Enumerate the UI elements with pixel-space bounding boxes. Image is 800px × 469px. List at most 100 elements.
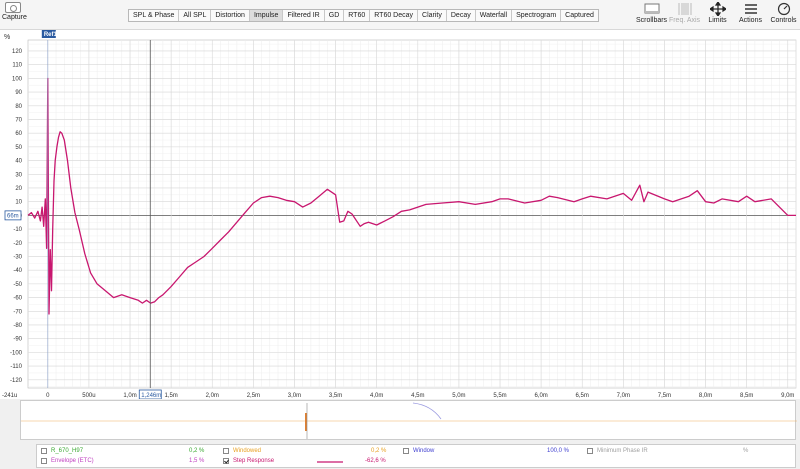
x-tick-label: 7,0m [617, 393, 630, 399]
tab-filtered-ir[interactable]: Filtered IR [283, 10, 325, 21]
y-tick-label: -70 [13, 309, 22, 315]
y-tick-label: -50 [13, 282, 22, 288]
freq-axis-icon [677, 2, 693, 16]
legend-item-minimum-phase[interactable]: Minimum Phase IR [587, 448, 648, 454]
legend-value: -62,6 % [365, 458, 386, 464]
tab-spl-phase[interactable]: SPL & Phase [129, 10, 180, 21]
x-tick-label: 0 [46, 393, 50, 399]
y-tick-label: -10 [13, 227, 22, 233]
x-tick-label: 4,5m [411, 393, 424, 399]
legend-label: R_670_H97 [51, 448, 84, 454]
overview-strip[interactable] [20, 400, 797, 441]
legend-value: 0,2 % [371, 448, 387, 454]
cursor-y-text: 66m [7, 213, 19, 219]
y-tick-label: 90 [15, 90, 22, 96]
capture-label: Capture [2, 14, 27, 21]
camera-icon [5, 2, 21, 13]
legend-checkbox[interactable] [587, 448, 593, 454]
x-tick-label: 4,0m [370, 393, 383, 399]
y-tick-label: 40 [15, 159, 22, 165]
legend-item-window[interactable]: Window [403, 448, 434, 454]
tool-buttons: Scrollbars Freq. Axis Limits Actions Con… [635, 0, 800, 24]
tab-rt60-decay[interactable]: RT60 Decay [370, 10, 419, 21]
legend-label: Minimum Phase IR [597, 448, 648, 454]
legend-swatch-step-response [317, 461, 343, 463]
x-start-readout: -241u [2, 393, 17, 399]
toolbar: Capture SPL & Phase All SPL Distortion I… [0, 0, 800, 30]
x-tick-label: 3,5m [329, 393, 342, 399]
legend-item-step-response[interactable]: Step Response [223, 458, 274, 464]
legend-label: Window [413, 448, 435, 454]
tab-all-spl[interactable]: All SPL [179, 10, 212, 21]
tab-decay[interactable]: Decay [447, 10, 476, 21]
x-tick-label: 2,5m [247, 393, 260, 399]
legend-checkbox[interactable] [403, 448, 409, 454]
legend-value: 1,5 % [189, 458, 205, 464]
y-tick-label: 120 [12, 49, 23, 55]
x-tick-label: 9,0m [781, 393, 794, 399]
y-tick-label: -90 [13, 337, 22, 343]
legend-item-windowed[interactable]: Windowed [223, 448, 261, 454]
x-tick-label: 1,5m [164, 393, 177, 399]
actions-icon [743, 2, 759, 16]
graph-tabs: SPL & Phase All SPL Distortion Impulse F… [128, 9, 599, 22]
limits-button[interactable]: Limits [701, 0, 734, 24]
y-tick-label: -40 [13, 268, 22, 274]
legend-item-r670[interactable]: R_670_H97 [41, 448, 83, 454]
x-tick-label: 2,0m [206, 393, 219, 399]
legend-checkbox[interactable] [223, 458, 229, 464]
x-tick-label: 8,0m [699, 393, 712, 399]
legend-label: Windowed [233, 448, 262, 454]
ref-marker[interactable]: Ref1 [41, 30, 58, 38]
scrollbars-icon [644, 2, 660, 16]
limits-label: Limits [708, 17, 727, 24]
controls-icon [776, 2, 792, 16]
limits-icon [708, 0, 727, 18]
controls-button[interactable]: Controls [767, 2, 800, 24]
plot-grid [27, 39, 797, 389]
x-tick-label: 3,0m [288, 393, 301, 399]
cursor-x-readout: 1,246m [138, 389, 162, 400]
impulse-chart[interactable]: 1201101009080706050403020100-10-20-30-40… [0, 30, 800, 400]
scrollbars-label: Scrollbars [635, 17, 668, 24]
legend-item-envelope[interactable]: Envelope (ETC) [41, 458, 94, 464]
y-tick-label: 80 [15, 104, 22, 110]
legend-panel: R_670_H97 0,2 % Windowed 0,2 % Window 10… [36, 444, 796, 468]
freq-axis-button[interactable]: Freq. Axis [668, 2, 701, 24]
tab-clarity[interactable]: Clarity [418, 10, 447, 21]
y-tick-label: 110 [12, 63, 22, 69]
freq-axis-label: Freq. Axis [668, 17, 701, 24]
y-tick-label: -60 [13, 296, 22, 302]
tab-impulse[interactable]: Impulse [249, 10, 284, 21]
tab-spectrogram[interactable]: Spectrogram [512, 10, 562, 21]
tab-captured[interactable]: Captured [561, 10, 598, 21]
legend-value: 0,2 % [189, 448, 205, 454]
legend-label: Envelope (ETC) [51, 458, 94, 464]
x-tick-label: 500u [82, 393, 95, 399]
ref-marker-label: Ref1 [44, 32, 58, 38]
tab-waterfall[interactable]: Waterfall [476, 10, 513, 21]
legend-checkbox[interactable] [223, 448, 229, 454]
legend-checkbox[interactable] [41, 458, 47, 464]
y-tick-label: -30 [13, 254, 22, 260]
cursor-y-readout: 66m [4, 210, 22, 221]
x-tick-label: 7,5m [658, 393, 671, 399]
y-tick-label: -100 [10, 350, 23, 356]
scrollbars-button[interactable]: Scrollbars [635, 2, 668, 24]
overview-chart[interactable] [21, 401, 797, 441]
legend-checkbox[interactable] [41, 448, 47, 454]
cursor-x-text: 1,246m [141, 393, 161, 399]
actions-button[interactable]: Actions [734, 2, 767, 24]
controls-label: Controls [770, 17, 797, 24]
x-tick-label: 6,5m [576, 393, 589, 399]
y-tick-label: -110 [10, 364, 22, 370]
tab-distortion[interactable]: Distortion [211, 10, 250, 21]
x-tick-label: 5,0m [452, 393, 465, 399]
tab-rt60[interactable]: RT60 [344, 10, 371, 21]
y-tick-label: 60 [15, 131, 22, 137]
y-tick-label: 20 [15, 186, 22, 192]
tab-gd[interactable]: GD [325, 10, 345, 21]
impulse-plot[interactable]: 1201101009080706050403020100-10-20-30-40… [0, 30, 800, 400]
y-tick-label: -20 [13, 241, 22, 247]
capture-button[interactable]: Capture [2, 2, 27, 21]
